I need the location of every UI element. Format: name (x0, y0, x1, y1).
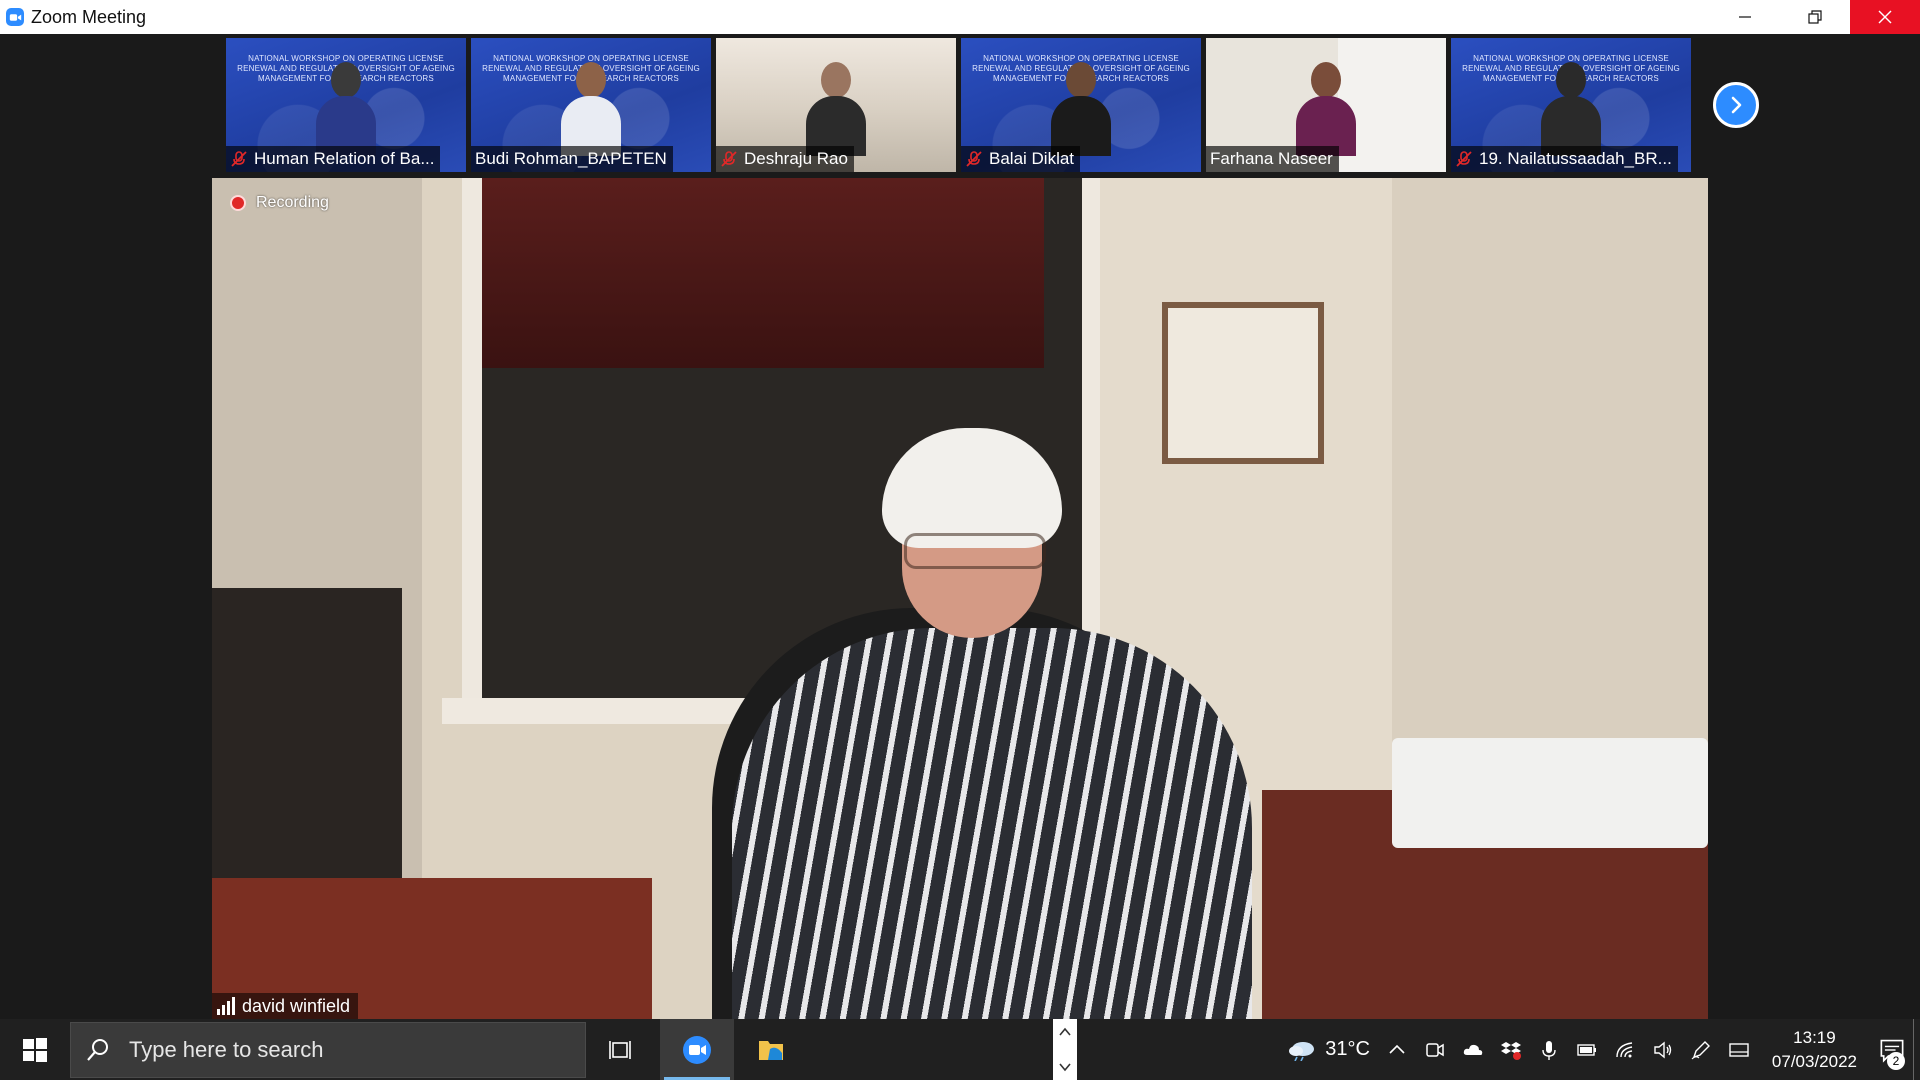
window-controls (1710, 0, 1920, 34)
minimize-button[interactable] (1710, 0, 1780, 34)
participant-name: Budi Rohman_BAPETEN (475, 149, 667, 168)
participant-nameplate: Balai Diklat (961, 146, 1081, 172)
gallery-strip: NATIONAL WORKSHOP ON OPERATING LICENSE R… (226, 38, 1696, 172)
muted-mic-icon (231, 151, 247, 167)
participant-video (316, 62, 376, 156)
meeting-area: NATIONAL WORKSHOP ON OPERATING LICENSE R… (0, 34, 1920, 1019)
participant-nameplate: Deshraju Rao (716, 146, 854, 172)
close-icon (1878, 10, 1892, 24)
speaker-name: david winfield (242, 995, 351, 1016)
notification-count-badge: 2 (1887, 1052, 1905, 1070)
weather-temp: 31°C (1325, 1038, 1370, 1060)
participant-name: Balai Diklat (989, 149, 1075, 168)
microphone-icon (1542, 1040, 1556, 1060)
participant-tile[interactable]: NATIONAL WORKSHOP ON OPERATING LICENSE R… (226, 38, 466, 172)
show-desktop-button[interactable] (1913, 1019, 1920, 1080)
file-explorer-icon (759, 1040, 783, 1060)
participant-name: Human Relation of Ba... (254, 149, 435, 168)
recording-indicator[interactable]: Recording (230, 194, 329, 212)
task-view-icon (609, 1040, 631, 1059)
title-bar: Zoom Meeting (0, 0, 1920, 34)
chevron-right-icon (1731, 96, 1742, 114)
tray-meet-now[interactable] (1416, 1019, 1454, 1080)
next-page-button[interactable] (1713, 82, 1759, 128)
cloud-rain-icon (1289, 1041, 1315, 1061)
tray-pen[interactable] (1682, 1019, 1720, 1080)
clock-time: 13:19 (1793, 1027, 1836, 1047)
touch-keyboard-icon (1729, 1042, 1749, 1057)
tray-dropbox[interactable] (1492, 1019, 1530, 1080)
participant-nameplate: 19. Nailatussaadah_BR... (1451, 146, 1678, 172)
tray-wifi[interactable] (1606, 1019, 1644, 1080)
search-icon (87, 1038, 108, 1061)
action-center-button[interactable]: 2 (1871, 1019, 1913, 1080)
task-view-button[interactable] (586, 1019, 660, 1080)
pen-icon (1691, 1040, 1710, 1059)
recording-label: Recording (256, 194, 329, 211)
participant-tile[interactable]: NATIONAL WORKSHOP ON OPERATING LICENSE R… (1451, 38, 1691, 172)
taskbar-search-box[interactable]: Type here to search (70, 1021, 586, 1078)
window-title: Zoom Meeting (31, 6, 147, 27)
signal-strength-icon (217, 997, 235, 1015)
clock-date: 07/03/2022 (1771, 1051, 1857, 1071)
tray-battery[interactable] (1568, 1019, 1606, 1080)
wifi-icon (1616, 1041, 1633, 1057)
tray-microphone[interactable] (1530, 1019, 1568, 1080)
tray-keyboard[interactable] (1720, 1019, 1758, 1080)
show-hidden-icons-button[interactable] (1378, 1019, 1416, 1080)
active-speaker-video[interactable]: Recording david winfield (212, 178, 1708, 1019)
restore-icon (1808, 10, 1822, 24)
participant-video (806, 62, 866, 156)
recording-dot-icon (230, 195, 246, 211)
onedrive-cloud-icon (1463, 1044, 1483, 1055)
taskbar-scroller[interactable] (1053, 1019, 1077, 1080)
participant-name: 19. Nailatussaadah_BR... (1479, 149, 1672, 168)
taskbar-app-file-explorer[interactable] (734, 1019, 808, 1080)
camera-icon (1426, 1042, 1444, 1057)
participant-tile[interactable]: NATIONAL WORKSHOP ON OPERATING LICENSE R… (471, 38, 711, 172)
zoom-app-icon (6, 8, 24, 26)
taskbar: Type here to search 31°C 13:19 07/03/202… (0, 1019, 1920, 1080)
dropbox-icon (1500, 1041, 1521, 1060)
taskbar-app-zoom[interactable] (660, 1019, 734, 1080)
participant-name: Deshraju Rao (744, 149, 848, 168)
close-button[interactable] (1850, 0, 1920, 34)
participant-tile[interactable]: Deshraju Rao (716, 38, 956, 172)
muted-mic-icon (1456, 151, 1472, 167)
taskbar-clock[interactable]: 13:19 07/03/2022 (1758, 1026, 1871, 1074)
participant-name: Farhana Naseer (1210, 149, 1333, 168)
tray-volume[interactable] (1644, 1019, 1682, 1080)
windows-icon (23, 1037, 47, 1062)
battery-icon (1577, 1043, 1596, 1056)
participant-tile[interactable]: NATIONAL WORKSHOP ON OPERATING LICENSE R… (961, 38, 1201, 172)
tray-onedrive[interactable] (1454, 1019, 1492, 1080)
participant-nameplate: Farhana Naseer (1206, 146, 1339, 172)
speaker-person (732, 428, 1252, 1019)
restore-button[interactable] (1780, 0, 1850, 34)
start-button[interactable] (0, 1019, 70, 1080)
minimize-icon (1739, 16, 1751, 18)
system-tray: 31°C 13:19 07/03/2022 2 (1279, 1019, 1920, 1080)
participant-tile[interactable]: Farhana Naseer (1206, 38, 1446, 172)
participant-video (1296, 62, 1356, 156)
participant-video (1541, 62, 1601, 156)
muted-mic-icon (966, 151, 982, 167)
chevron-up-icon (1389, 1044, 1405, 1054)
participant-nameplate: Budi Rohman_BAPETEN (471, 146, 673, 172)
weather-widget[interactable]: 31°C (1279, 1019, 1378, 1080)
participant-video (561, 62, 621, 156)
speaker-nameplate: david winfield (212, 993, 359, 1019)
search-placeholder: Type here to search (129, 1036, 324, 1062)
zoom-icon (683, 1035, 711, 1064)
chevron-down-icon (1059, 1063, 1071, 1072)
participant-nameplate: Human Relation of Ba... (226, 146, 441, 172)
participant-video (1051, 62, 1111, 156)
speaker-icon (1654, 1041, 1672, 1058)
chevron-up-icon (1059, 1027, 1071, 1036)
muted-mic-icon (721, 151, 737, 167)
